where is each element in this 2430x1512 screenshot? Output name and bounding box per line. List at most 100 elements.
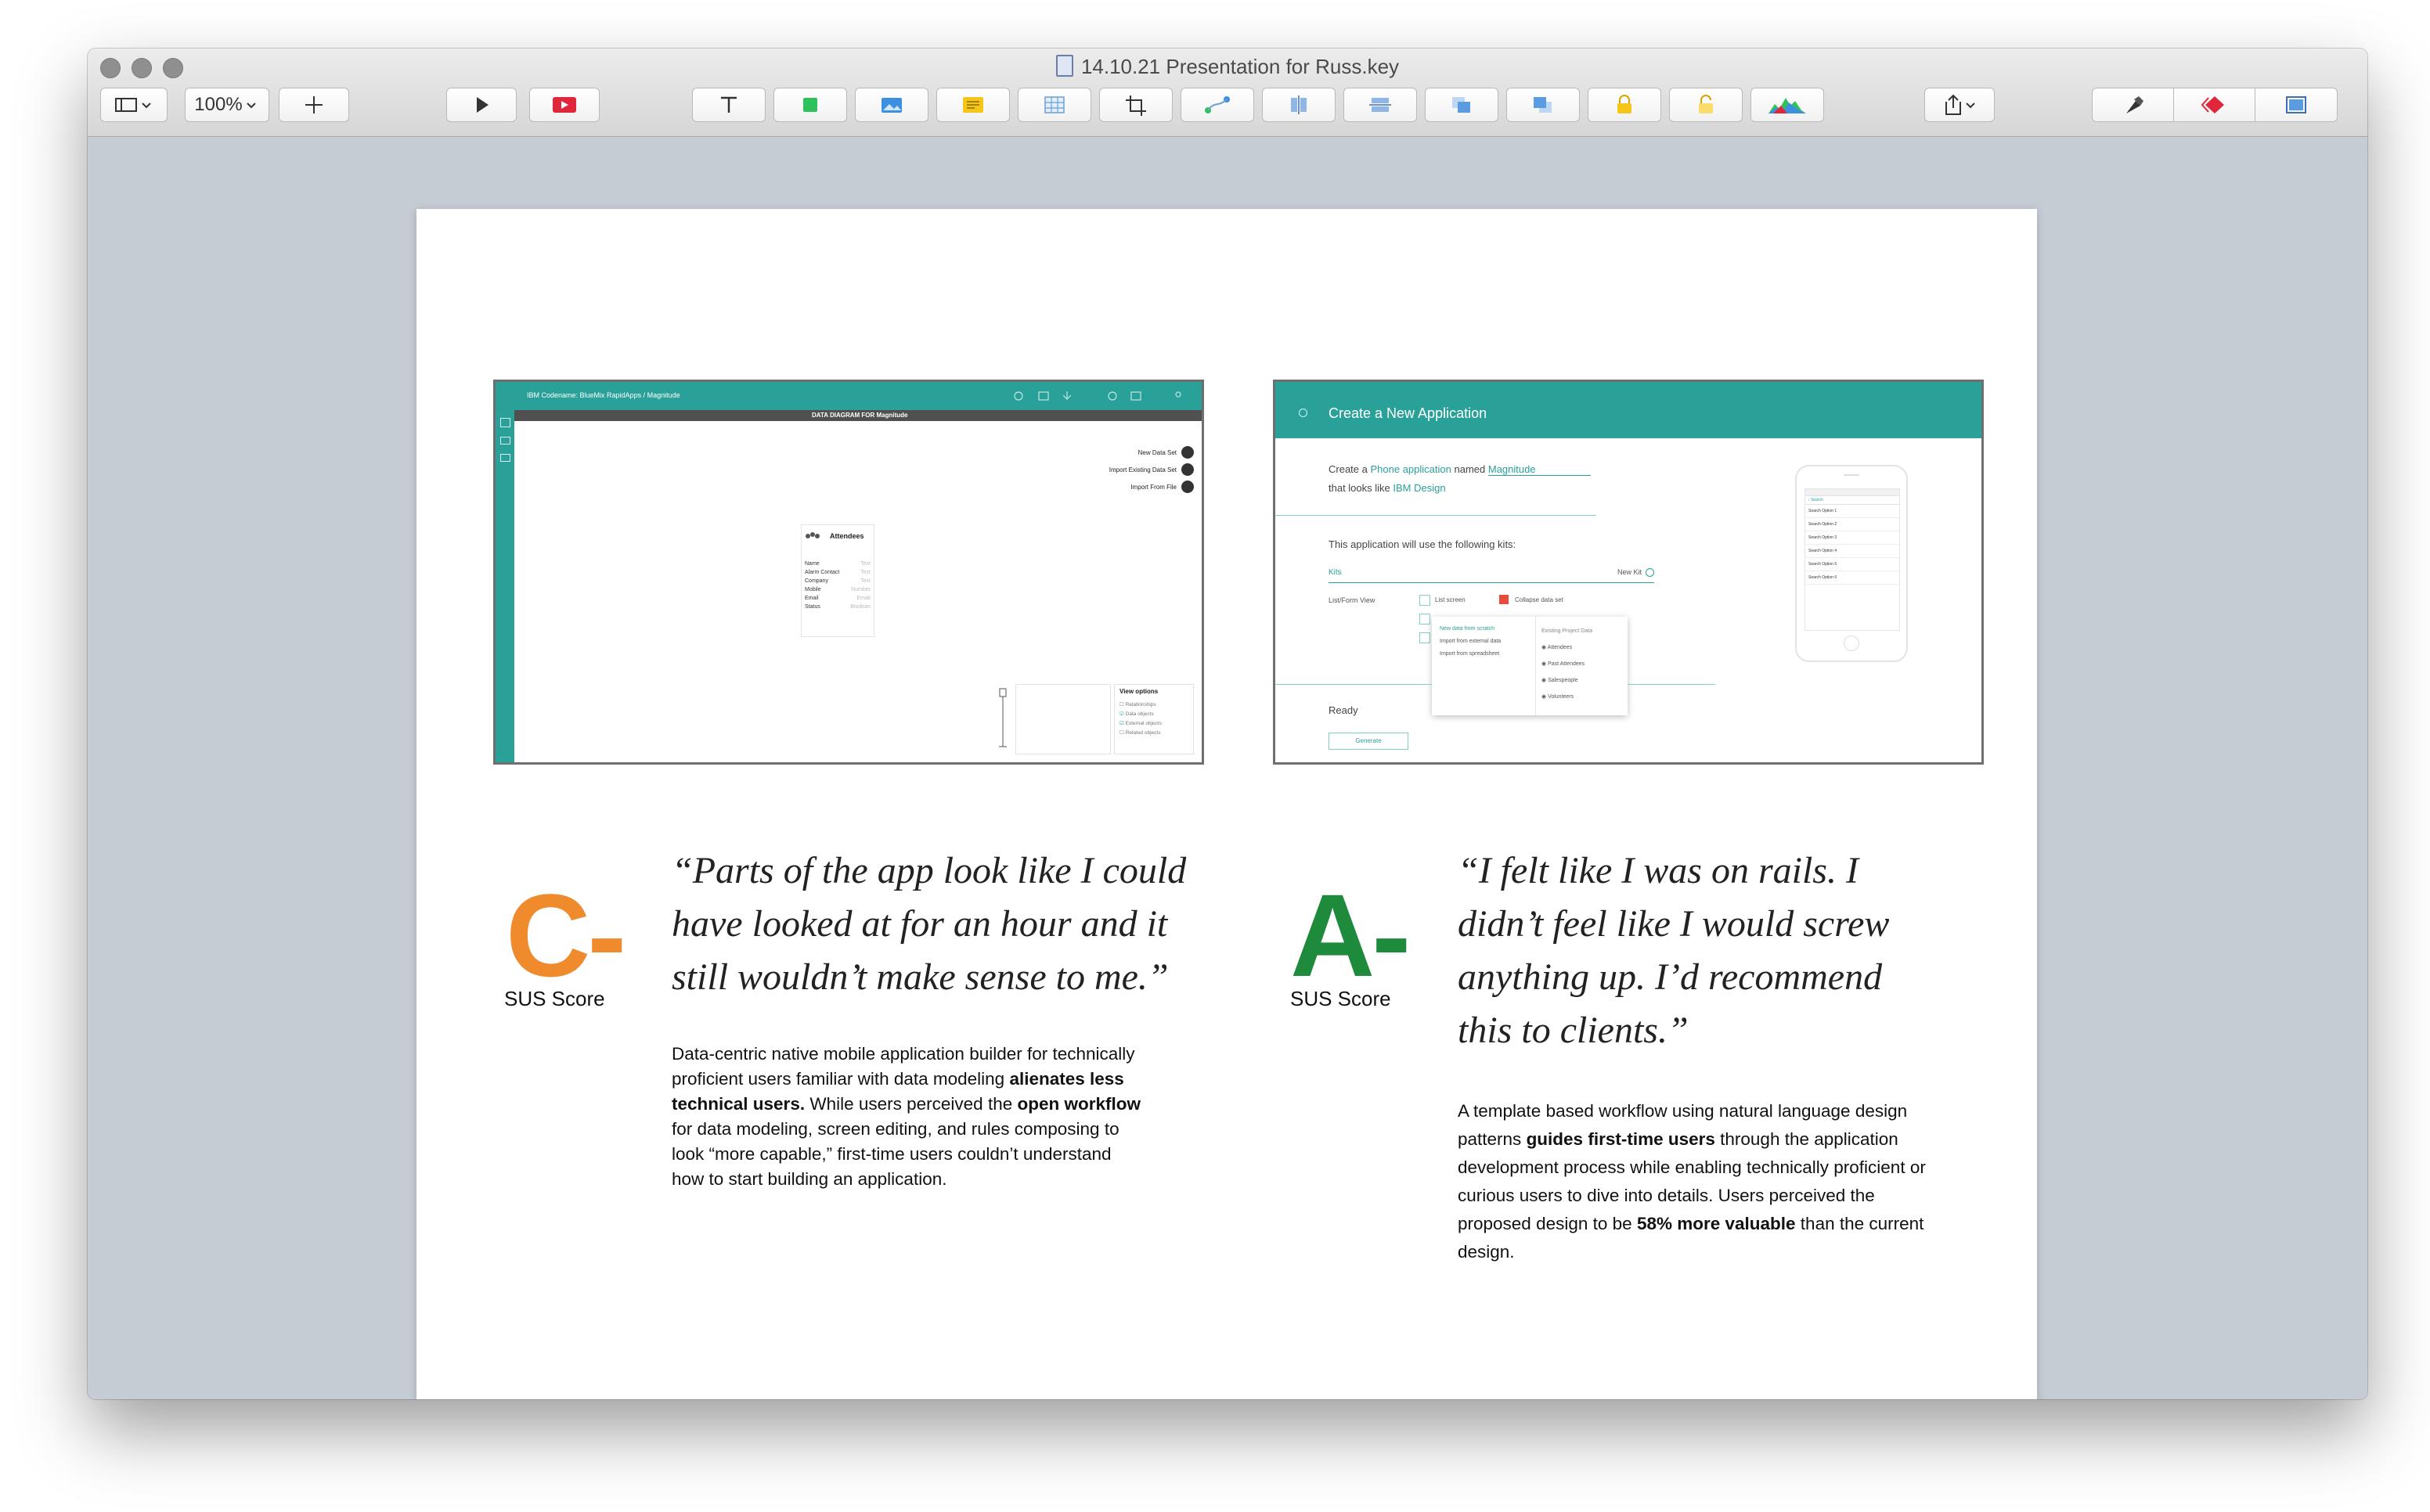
view-menu-icon: [115, 98, 151, 112]
menu-item[interactable]: Import from external data: [1440, 635, 1501, 648]
share-icon: [1945, 94, 1975, 115]
phone-list-item: Search Option 5: [1805, 558, 1899, 571]
chart-icon: [1768, 98, 1806, 113]
create-app-title: Create a New Application: [1329, 405, 1487, 421]
comment-button[interactable]: [936, 88, 1010, 122]
left-grade: C-: [506, 869, 626, 1001]
keynote-live-button[interactable]: [529, 88, 600, 122]
distribute-icon: [1369, 98, 1391, 112]
left-sus-label: SUS Score: [504, 987, 605, 1010]
list-screen-label: List screen: [1435, 596, 1466, 603]
align-icon: [1291, 95, 1307, 114]
play-button[interactable]: [446, 88, 517, 122]
share-button[interactable]: [1924, 88, 1995, 122]
zoom-slider[interactable]: [997, 687, 1009, 753]
back-icon[interactable]: [1299, 409, 1307, 417]
document-button[interactable]: [2255, 88, 2338, 122]
collapse-toggle[interactable]: [1499, 595, 1509, 604]
existing-data-item[interactable]: ◉ Salespeople: [1541, 672, 1592, 689]
align-button[interactable]: [1262, 88, 1336, 122]
animate-icon: [2201, 96, 2224, 113]
back-icon: [1534, 97, 1552, 113]
collapse-label: Collapse data set: [1515, 596, 1563, 603]
list-screen-thumb[interactable]: [1419, 595, 1430, 606]
data-source-menu: New data from scratch Import from extern…: [1432, 617, 1628, 715]
chevron-down-icon: [246, 103, 256, 109]
animate-button[interactable]: [2173, 88, 2256, 122]
menu-item[interactable]: Import from spreadsheet: [1440, 648, 1501, 661]
window-title: 14.10.21 Presentation for Russ.key: [88, 55, 2367, 79]
view-option[interactable]: ☑ Data objects: [1119, 710, 1162, 719]
format-button[interactable]: [2092, 88, 2175, 122]
keynote-live-icon: [553, 97, 576, 113]
divider: [1275, 515, 1596, 516]
keynote-window: 14.10.21 Presentation for Russ.key 100%: [88, 49, 2367, 1399]
send-back-button[interactable]: [1506, 88, 1580, 122]
view-option[interactable]: ☑ External objects: [1119, 719, 1162, 729]
document-icon: [2286, 96, 2306, 113]
app-title: IBM Codename: BlueMix RapidApps / Magnit…: [527, 391, 680, 399]
create-app-header: Create a New Application: [1275, 382, 1981, 438]
zoom-value: 100%: [194, 94, 243, 115]
generate-button[interactable]: Generate: [1329, 733, 1408, 750]
shape-button[interactable]: [773, 88, 847, 122]
list-form-view-kit: List/Form View: [1329, 596, 1375, 604]
import-file-action[interactable]: Import From File: [1084, 481, 1194, 498]
table-button[interactable]: [1018, 88, 1091, 122]
phone-preview: ‹ Search Search Option 1 Search Option 2…: [1795, 465, 1908, 662]
lock-icon: [1617, 95, 1631, 113]
phone-list-item: Search Option 1: [1805, 505, 1899, 518]
unlock-button[interactable]: [1669, 88, 1743, 122]
text-button[interactable]: [692, 88, 766, 122]
media-button[interactable]: [855, 88, 928, 122]
diagram-tab-bar: DATA DIAGRAM FOR Magnitude: [514, 410, 1202, 421]
connection-button[interactable]: [1181, 88, 1254, 122]
comment-icon: [963, 97, 983, 113]
add-kit-icon[interactable]: [1646, 568, 1654, 577]
distribute-button[interactable]: [1343, 88, 1417, 122]
keynote-document-icon: [1055, 55, 1073, 77]
view-option[interactable]: ☐ Related objects: [1119, 729, 1162, 738]
phone-list-item: Search Option 3: [1805, 531, 1899, 545]
bring-front-button[interactable]: [1425, 88, 1498, 122]
phone-home-button: [1844, 635, 1859, 651]
right-sus-label: SUS Score: [1290, 987, 1391, 1010]
import-data-set-action[interactable]: Import Existing Data Set: [1084, 463, 1194, 481]
entity-fields: Name Text Alarm Contact Text Company Text M…: [805, 561, 871, 610]
new-kit-button[interactable]: New Kit: [1617, 568, 1642, 576]
app-type-select[interactable]: Phone application: [1371, 463, 1451, 475]
existing-data-item[interactable]: ◉ Attendees: [1541, 639, 1592, 656]
text-icon: [721, 96, 737, 113]
zoom-select[interactable]: 100%: [185, 88, 269, 122]
view-option[interactable]: ☐ Relationships: [1119, 700, 1162, 710]
minimap[interactable]: [1015, 684, 1111, 754]
unlock-icon: [1699, 95, 1713, 113]
phone-list-item: Search Option 4: [1805, 545, 1899, 558]
app-sidebar: [496, 410, 514, 762]
new-data-set-action[interactable]: New Data Set: [1084, 446, 1194, 463]
phone-screen: ‹ Search Search Option 1 Search Option 2…: [1804, 488, 1900, 631]
view-menu-button[interactable]: [100, 88, 168, 122]
kits-field[interactable]: Kits New Kit: [1329, 568, 1654, 583]
phone-list-item: Search Option 2: [1805, 518, 1899, 531]
lock-button[interactable]: [1588, 88, 1661, 122]
menu-item[interactable]: New data from scratch: [1440, 623, 1501, 635]
chart-button[interactable]: [1750, 88, 1824, 122]
existing-data-item[interactable]: ◉ Past Attendees: [1541, 656, 1592, 672]
media-icon: [882, 98, 902, 113]
view-options-panel: View options ☐ Relationships ☑ Data obje…: [1114, 684, 1194, 754]
existing-data-item[interactable]: ◉ Volunteers: [1541, 689, 1592, 705]
diagram-tab: DATA DIAGRAM FOR Magnitude: [812, 412, 908, 419]
crop-button[interactable]: [1099, 88, 1173, 122]
app-name-input[interactable]: Magnitude: [1487, 463, 1591, 476]
slide[interactable]: IBM Codename: BlueMix RapidApps / Magnit…: [416, 209, 2037, 1399]
left-quote: “Parts of the app look like I could have…: [672, 850, 1187, 998]
add-slide-button[interactable]: [279, 88, 349, 122]
design-select[interactable]: IBM Design: [1393, 482, 1445, 494]
attendees-entity-card[interactable]: Attendees Name Text Alarm Contact Text Com…: [801, 524, 874, 637]
view-options-title: View options: [1119, 688, 1159, 695]
entity-icon: [806, 532, 820, 538]
right-quote: “I felt like I was on rails. I didn’t fe…: [1458, 850, 1890, 1051]
entity-name: Attendees: [830, 532, 864, 540]
phone-list-item: Search Option 6: [1805, 571, 1899, 585]
